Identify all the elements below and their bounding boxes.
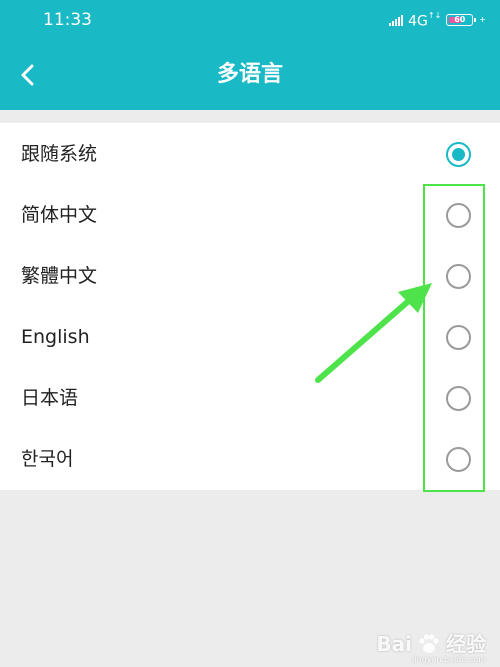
watermark-brand: Bai [376, 632, 412, 656]
network-type: 4G↑↓ [408, 11, 442, 30]
page-title: 多语言 [216, 62, 283, 87]
watermark-logo: Bai 经验 [376, 631, 486, 657]
radio-button[interactable] [446, 447, 471, 472]
battery-icon: 60 [446, 14, 477, 26]
language-label: 简体中文 [21, 204, 98, 226]
language-option-japanese[interactable]: 日本语 [0, 368, 500, 429]
status-bar: 11:33 4G↑↓ 60 + [0, 0, 500, 40]
language-label: 한국어 [21, 448, 74, 470]
language-option-follow-system[interactable]: 跟随系统 [0, 124, 500, 185]
language-option-korean[interactable]: 한국어 [0, 429, 500, 490]
language-label: 繁體中文 [21, 265, 98, 287]
language-label: 日本语 [21, 387, 79, 409]
radio-button[interactable] [446, 142, 471, 167]
language-label: 跟随系统 [21, 143, 98, 165]
radio-button[interactable] [446, 203, 471, 228]
status-time: 11:33 [43, 10, 92, 30]
language-option-english[interactable]: English [0, 307, 500, 368]
watermark-url: jingyan.baidu.com [412, 655, 486, 664]
language-option-simplified-chinese[interactable]: 简体中文 [0, 185, 500, 246]
language-option-traditional-chinese[interactable]: 繁體中文 [0, 246, 500, 307]
radio-button[interactable] [446, 325, 471, 350]
paw-icon [419, 634, 439, 653]
watermark-brand-tail: 经验 [446, 632, 486, 656]
charging-icon: + [479, 15, 486, 24]
status-indicators: 4G↑↓ 60 + [389, 11, 486, 30]
signal-icon [389, 14, 404, 26]
language-list: 跟随系统 简体中文 繁體中文 English 日本语 한국어 [0, 123, 500, 490]
app-header: 多语言 [0, 40, 500, 110]
radio-button[interactable] [446, 264, 471, 289]
network-activity-icon: ↑↓ [427, 11, 442, 21]
language-label: English [21, 326, 90, 348]
radio-button[interactable] [446, 386, 471, 411]
battery-percent: 60 [454, 15, 466, 24]
